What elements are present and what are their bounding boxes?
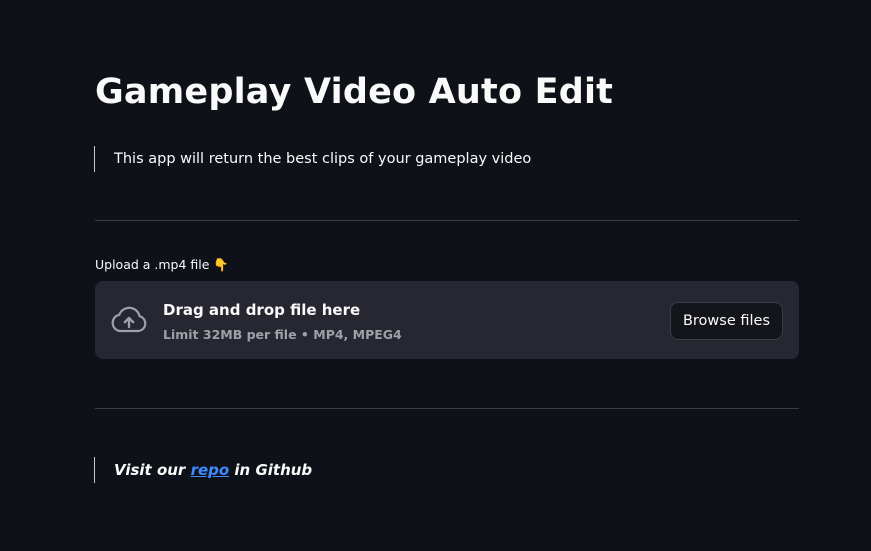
app-description: This app will return the best clips of y… xyxy=(94,146,531,172)
file-dropzone[interactable]: Drag and drop file here Limit 32MB per f… xyxy=(95,281,799,359)
footer-suffix: in Github xyxy=(229,461,313,479)
description-text: This app will return the best clips of y… xyxy=(114,151,532,167)
divider-bottom xyxy=(95,408,799,409)
upload-label: Upload a .mp4 file 👇 xyxy=(95,257,229,272)
dropzone-limit: Limit 32MB per file • MP4, MPEG4 xyxy=(163,327,402,342)
footer-prefix: Visit our xyxy=(114,461,191,479)
app-page: Gameplay Video Auto Edit This app will r… xyxy=(0,0,871,551)
dropzone-title: Drag and drop file here xyxy=(163,301,361,319)
divider-top xyxy=(95,220,799,221)
footer-note: Visit our repo in Github xyxy=(94,457,312,483)
page-title: Gameplay Video Auto Edit xyxy=(95,72,614,112)
repo-link[interactable]: repo xyxy=(191,461,230,479)
cloud-upload-icon xyxy=(111,306,147,333)
browse-files-button[interactable]: Browse files xyxy=(669,302,783,340)
